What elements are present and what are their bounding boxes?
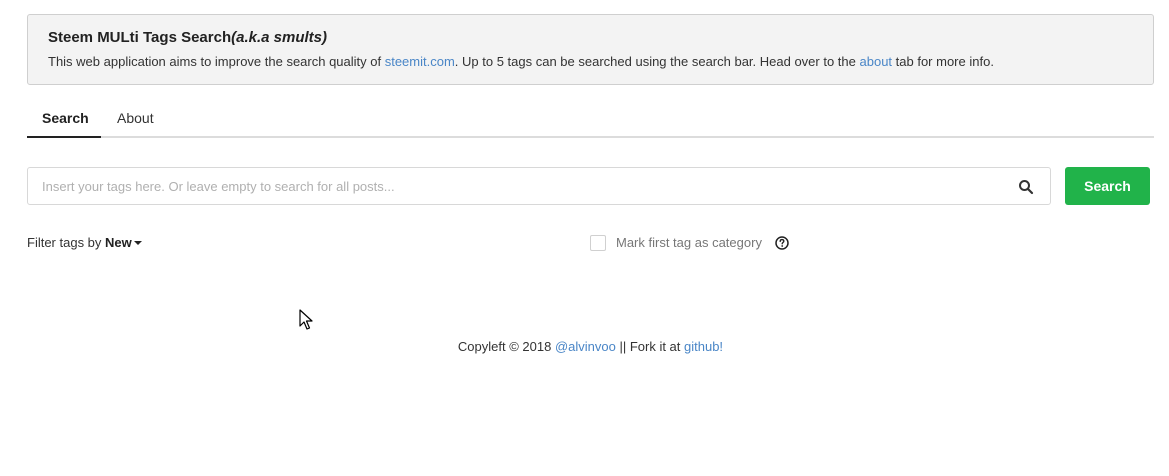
question-circle-icon[interactable] xyxy=(775,236,789,250)
search-input[interactable] xyxy=(28,168,1008,204)
filter-tags: Filter tags by New xyxy=(27,234,142,252)
category-checkbox[interactable] xyxy=(590,235,606,251)
desc-text-1: This web application aims to improve the… xyxy=(48,54,385,69)
category-label[interactable]: Mark first tag as category xyxy=(616,234,762,252)
search-bar xyxy=(27,167,1051,205)
author-link[interactable]: @alvinvoo xyxy=(555,339,616,354)
about-link[interactable]: about xyxy=(860,54,893,69)
app-title: Steem MULti Tags Search(a.k.a smults) xyxy=(48,29,1133,47)
footer-copyleft: Copyleft © 2018 xyxy=(457,339,555,354)
app-description: This web application aims to improve the… xyxy=(48,53,1133,71)
tab-bar: Search About xyxy=(27,100,1154,138)
search-button[interactable]: Search xyxy=(1065,167,1150,205)
search-icon[interactable] xyxy=(1018,179,1034,195)
tab-about[interactable]: About xyxy=(102,100,169,138)
caret-down-icon xyxy=(133,240,142,245)
footer-fork-text: || Fork it at xyxy=(615,339,685,354)
header-banner: Steem MULti Tags Search(a.k.a smults) Th… xyxy=(27,14,1154,85)
app-title-alias: (a.k.a smults) xyxy=(231,29,327,46)
github-link[interactable]: github! xyxy=(684,339,723,354)
mouse-cursor-icon xyxy=(299,309,313,330)
filter-dropdown[interactable]: New xyxy=(105,235,142,250)
filter-label: Filter tags by xyxy=(27,235,106,250)
desc-text-2: . Up to 5 tags can be searched using the… xyxy=(454,54,860,69)
tab-search[interactable]: Search xyxy=(27,100,101,138)
desc-text-3: tab for more info. xyxy=(892,54,994,69)
footer: Copyleft © 2018 @alvinvoo || Fork it at … xyxy=(0,338,1169,356)
filter-selected-value: New xyxy=(105,235,132,250)
app-title-text: Steem MULti Tags Search xyxy=(48,29,232,46)
steemit-link[interactable]: steemit.com xyxy=(385,54,455,69)
